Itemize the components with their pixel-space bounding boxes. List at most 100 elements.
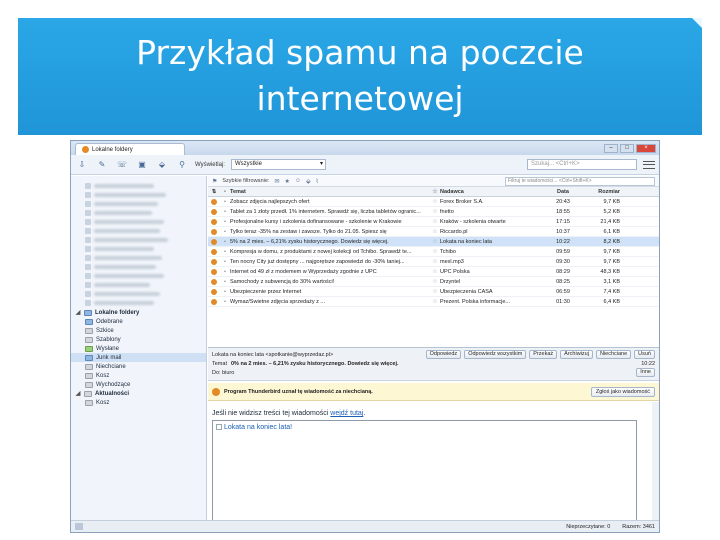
folder-item[interactable]: Kosz bbox=[71, 398, 206, 407]
blurred-account-row[interactable] bbox=[85, 290, 206, 297]
blurred-account-row[interactable] bbox=[85, 245, 206, 252]
global-search-input[interactable]: Szukaj... <Ctrl+K> bbox=[527, 159, 637, 170]
app-menu-icon[interactable] bbox=[643, 160, 655, 170]
junk-flag-icon bbox=[208, 238, 220, 245]
table-row[interactable]: • 5% na 2 mies. – 6,21% zysku historyczne… bbox=[208, 237, 659, 247]
col-from[interactable]: Nadawca bbox=[440, 189, 536, 195]
activity-icon[interactable] bbox=[75, 523, 83, 530]
blurred-account-row[interactable] bbox=[85, 254, 206, 261]
table-row[interactable]: • Tablet za 1 złoty przedł. 1% internetem… bbox=[208, 207, 659, 217]
message-date: 20:43 bbox=[556, 198, 570, 205]
message-subject: Ten nocny City już dostępny ... najgoręt… bbox=[230, 258, 405, 265]
star-icon: ☆ bbox=[432, 259, 438, 265]
blurred-account-row[interactable] bbox=[85, 263, 206, 270]
starred-filter-icon[interactable]: ★ bbox=[285, 178, 290, 185]
maximize-icon[interactable]: □ bbox=[620, 143, 634, 153]
table-row[interactable]: • Samochody z subwencją do 30% wartości! ☆… bbox=[208, 277, 659, 287]
slide-title: Przykład spamu na poczcie internetowej bbox=[0, 30, 720, 122]
message-subject: Wymaz/Świetne zdjęcia sprzedaży z ... bbox=[230, 298, 326, 305]
image-alt-link[interactable]: Lokata na koniec lata! bbox=[224, 424, 292, 431]
read-status-icon: • bbox=[224, 208, 226, 215]
table-row[interactable]: • Ten nocny City już dostępny ... najgorę… bbox=[208, 257, 659, 267]
forward-button[interactable]: Przekaż bbox=[529, 350, 558, 359]
archive-button[interactable]: Archiwizuj bbox=[560, 350, 593, 359]
folder-item[interactable]: Wychodzące bbox=[71, 380, 206, 389]
blurred-account-row[interactable] bbox=[85, 191, 206, 198]
folder-item[interactable]: Niechciane bbox=[71, 362, 206, 371]
col-date[interactable]: Data bbox=[536, 189, 590, 195]
folder-item[interactable]: Junk mail bbox=[71, 353, 206, 362]
message-subject: Ubezpieczenie przez Internet bbox=[230, 288, 302, 295]
star-col-icon[interactable]: ☆ bbox=[430, 188, 440, 195]
folder-item[interactable]: Odebrane bbox=[71, 317, 206, 326]
message-size: 48,3 KB bbox=[600, 268, 620, 275]
blurred-account-row[interactable] bbox=[85, 281, 206, 288]
table-row[interactable]: • Kompresja w domu, z produktami z nowej … bbox=[208, 247, 659, 257]
quick-filter-icon[interactable]: ⚑ bbox=[212, 178, 217, 185]
view-select[interactable]: Wszystkie bbox=[230, 159, 326, 170]
close-icon[interactable]: × bbox=[636, 143, 656, 153]
folder-item[interactable]: Wysłane bbox=[71, 344, 206, 353]
table-row[interactable]: • Profesjonalne kursy i szkolenia dofinan… bbox=[208, 217, 659, 227]
attachment-filter-icon[interactable]: ⌇ bbox=[316, 178, 319, 185]
get-mail-icon[interactable]: ⇩ bbox=[75, 159, 89, 171]
folder-icon bbox=[85, 336, 93, 343]
tag-icon[interactable]: ⬙ bbox=[155, 159, 169, 171]
message-scrollbar[interactable] bbox=[652, 402, 659, 520]
blurred-account-row[interactable] bbox=[85, 227, 206, 234]
collapse-icon[interactable]: ◢ bbox=[75, 309, 81, 316]
folder-local-root[interactable]: ◢ Lokalne foldery bbox=[71, 308, 206, 317]
unread-filter-icon[interactable]: ✉ bbox=[274, 178, 279, 185]
blurred-account-row[interactable] bbox=[85, 272, 206, 279]
reply-all-button[interactable]: Odpowiedz wszystkim bbox=[464, 350, 527, 359]
not-junk-button[interactable]: Zgłoś jako wiadomość bbox=[590, 386, 655, 397]
blurred-account-row[interactable] bbox=[85, 236, 206, 243]
contact-filter-icon[interactable]: ☺ bbox=[295, 178, 301, 184]
reply-button[interactable]: Odpowiedz bbox=[425, 350, 462, 359]
folder-label: Wychodzące bbox=[96, 381, 131, 388]
table-row[interactable]: • Wymaz/Świetne zdjęcia sprzedaży z ... ☆ P… bbox=[208, 297, 659, 307]
folder-label: Kosz bbox=[96, 372, 110, 379]
write-icon[interactable]: ✎ bbox=[95, 159, 109, 171]
message-size: 3,1 KB bbox=[603, 278, 620, 285]
filter-icon[interactable]: ⚲ bbox=[175, 159, 189, 171]
blurred-account-row[interactable] bbox=[85, 182, 206, 189]
blurred-account-row[interactable] bbox=[85, 218, 206, 225]
junk-flag-icon bbox=[208, 208, 220, 215]
slide-title-line2: internetowej bbox=[256, 79, 464, 118]
thread-col-icon[interactable]: ⇅ bbox=[208, 189, 220, 195]
folder-item[interactable]: Kosz bbox=[71, 371, 206, 380]
other-actions-button[interactable]: Inne bbox=[636, 368, 655, 377]
junk-button[interactable]: Niechciane bbox=[595, 350, 632, 359]
filter-messages-input[interactable]: Filtruj te wiadomości... <Ctrl+Shift+K> bbox=[505, 176, 655, 186]
delete-button[interactable]: Usuń bbox=[634, 350, 655, 359]
junk-flag-icon bbox=[208, 228, 220, 235]
address-book-icon[interactable]: ▣ bbox=[135, 159, 149, 171]
from-line[interactable]: Lokata na koniec lata <spotkanie@wyprzed… bbox=[212, 352, 333, 358]
tag-filter-icon[interactable]: ⬙ bbox=[306, 178, 311, 185]
folder-news-root[interactable]: ◢ Aktualności bbox=[71, 389, 206, 398]
minimize-icon[interactable]: – bbox=[604, 143, 618, 153]
read-col-icon[interactable]: • bbox=[220, 189, 230, 195]
chat-icon[interactable]: ☏ bbox=[115, 159, 129, 171]
table-row[interactable]: • Tylko teraz -35% na zestaw i zawsze. Ty… bbox=[208, 227, 659, 237]
collapse-icon[interactable]: ◢ bbox=[75, 390, 81, 397]
table-row[interactable]: • Internet od 49 zł z modemem w Wyprzedaż… bbox=[208, 267, 659, 277]
window-controls: – □ × bbox=[604, 143, 659, 153]
junk-flag-icon bbox=[208, 198, 220, 205]
col-subject[interactable]: Temat bbox=[230, 189, 430, 195]
blurred-account-row[interactable] bbox=[85, 200, 206, 207]
col-size[interactable]: Rozmiar bbox=[590, 189, 626, 195]
folder-item[interactable]: Szkice bbox=[71, 326, 206, 335]
blurred-account-row[interactable] bbox=[85, 299, 206, 306]
folder-label: Szablony bbox=[96, 336, 121, 343]
message-subject: Tablet za 1 złoty przedł. 1% internetem.… bbox=[230, 208, 421, 215]
see-here-link[interactable]: wejdź tutaj bbox=[330, 410, 363, 417]
table-row[interactable]: • Ubezpieczenie przez Internet ☆ Ubezpiecze… bbox=[208, 287, 659, 297]
blurred-account-row[interactable] bbox=[85, 209, 206, 216]
message-from: Riccardo.pl bbox=[440, 228, 468, 235]
read-status-icon: • bbox=[224, 198, 226, 205]
tab-local-folders[interactable]: Lokalne foldery bbox=[75, 143, 185, 155]
folder-item[interactable]: Szablony bbox=[71, 335, 206, 344]
table-row[interactable]: • Zobacz zdjęcia najlepszych ofert ☆ Forex … bbox=[208, 197, 659, 207]
